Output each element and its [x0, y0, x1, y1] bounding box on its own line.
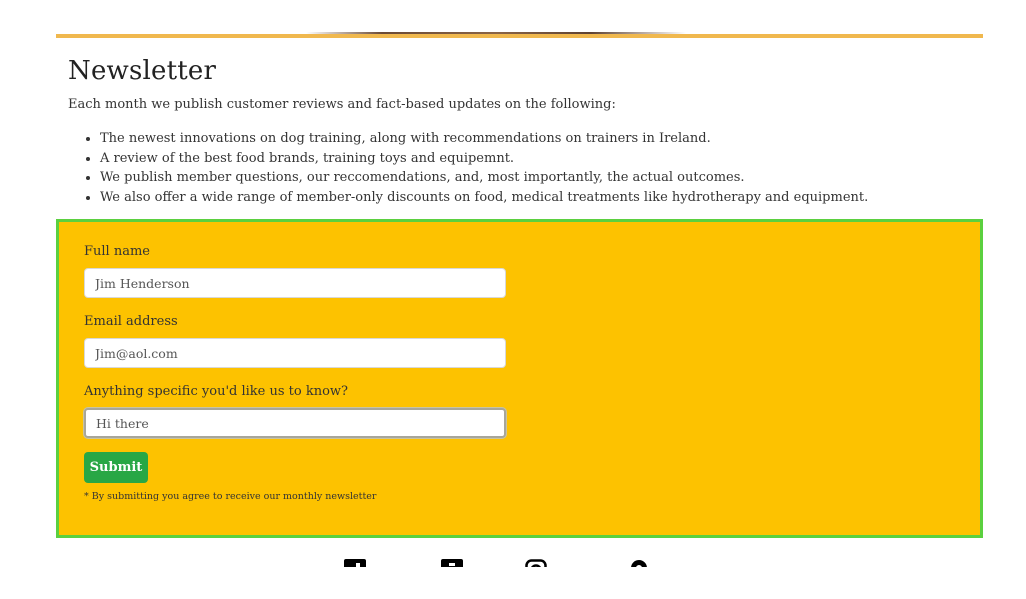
full-name-label: Full name: [84, 244, 150, 259]
list-item: The newest innovations on dog training, …: [100, 129, 868, 149]
list-item: A review of the best food brands, traini…: [100, 149, 868, 169]
newsletter-topics-list: The newest innovations on dog training, …: [68, 129, 868, 207]
hero-image-bottom: [56, 0, 983, 38]
email-input[interactable]: [84, 338, 506, 368]
message-input[interactable]: [84, 408, 506, 438]
social-links: [0, 557, 1026, 567]
twitter-icon[interactable]: [441, 559, 463, 567]
newsletter-intro: Each month we publish customer reviews a…: [68, 97, 616, 112]
instagram-icon[interactable]: [525, 559, 547, 567]
hero-border: [56, 34, 983, 38]
consent-note: * By submitting you agree to receive our…: [84, 491, 377, 502]
submit-button[interactable]: Submit: [84, 452, 148, 483]
facebook-icon[interactable]: [344, 559, 366, 567]
list-item: We publish member questions, our reccome…: [100, 168, 868, 188]
page-title: Newsletter: [68, 56, 217, 86]
email-label: Email address: [84, 314, 178, 329]
message-label: Anything specific you'd like us to know?: [84, 384, 349, 399]
newsletter-form: Full name Email address Anything specifi…: [56, 219, 983, 538]
full-name-input[interactable]: [84, 268, 506, 298]
list-item: We also offer a wide range of member-onl…: [100, 188, 868, 208]
tripadvisor-icon[interactable]: [628, 559, 650, 567]
